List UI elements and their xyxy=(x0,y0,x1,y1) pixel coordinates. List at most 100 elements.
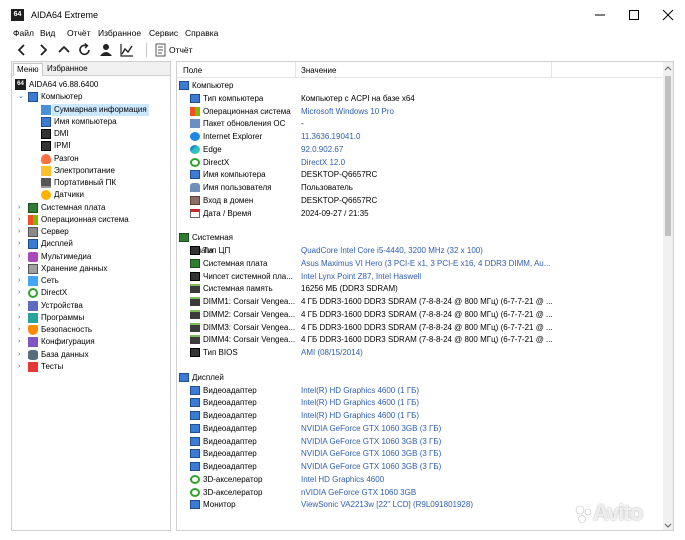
detail-row[interactable]: DIMM4: Corsair Vengea... 4 ГБ DDR3-1600 D… xyxy=(177,333,663,346)
expand-right-icon[interactable]: › xyxy=(18,214,26,226)
tree-item-computer-child[interactable]: DMI xyxy=(12,128,170,140)
tree-item-computer-child[interactable]: Портативный ПК xyxy=(12,177,170,189)
column-value[interactable]: Значение xyxy=(301,66,336,75)
expand-right-icon[interactable]: › xyxy=(18,361,26,373)
detail-row[interactable]: Имя компьютера DESKTOP-Q6657RC xyxy=(177,168,663,181)
field-value-link[interactable]: Intel(R) HD Graphics 4600 (1 ГБ) xyxy=(301,384,419,397)
expand-right-icon[interactable]: › xyxy=(18,238,26,250)
scroll-up-icon[interactable] xyxy=(663,63,673,73)
tree-item-category[interactable]: › Дисплей xyxy=(12,238,170,250)
user-button[interactable] xyxy=(98,42,114,58)
field-value-link[interactable]: DirectX 12.0 xyxy=(301,156,345,169)
field-value-link[interactable]: 92.0.902.67 xyxy=(301,143,343,156)
tree-item-category[interactable]: › Системная плата xyxy=(12,202,170,214)
detail-row[interactable]: 3D-акселератор Intel HD Graphics 4600 xyxy=(177,473,663,486)
tree-item-computer-child[interactable]: Электропитание xyxy=(12,165,170,177)
detail-row[interactable]: Тип ЦП QuadCore Intel Core i5-4440, 3200 … xyxy=(177,244,663,257)
detail-row[interactable]: DirectX DirectX 12.0 xyxy=(177,156,663,169)
detail-row[interactable]: Операционная система Microsoft Windows 10… xyxy=(177,105,663,118)
menu-favorites[interactable]: Избранное xyxy=(98,28,141,38)
expand-right-icon[interactable]: › xyxy=(18,275,26,287)
detail-row[interactable]: 3D-акселератор nVIDIA GeForce GTX 1060 3G… xyxy=(177,486,663,499)
detail-row[interactable]: Пакет обновления ОС - xyxy=(177,117,663,130)
chart-button[interactable] xyxy=(119,42,135,58)
field-value-link[interactable]: NVIDIA GeForce GTX 1060 3GB (3 ГБ) xyxy=(301,447,441,460)
detail-row[interactable]: Видеоадаптер Intel(R) HD Graphics 4600 (1… xyxy=(177,396,663,409)
tree-item-category[interactable]: › Хранение данных xyxy=(12,263,170,275)
detail-row[interactable]: Видеоадаптер NVIDIA GeForce GTX 1060 3GB … xyxy=(177,460,663,473)
scroll-down-icon[interactable] xyxy=(663,521,673,531)
tree-item-category[interactable]: › Сеть xyxy=(12,275,170,287)
field-value-link[interactable]: Intel HD Graphics 4600 xyxy=(301,473,384,486)
tree-item-computer-child[interactable]: Имя компьютера xyxy=(12,116,170,128)
column-divider[interactable] xyxy=(551,62,552,78)
detail-row[interactable]: Видеоадаптер Intel(R) HD Graphics 4600 (1… xyxy=(177,384,663,397)
expand-right-icon[interactable]: › xyxy=(18,312,26,324)
field-value-link[interactable]: QuadCore Intel Core i5-4440, 3200 MHz (3… xyxy=(301,244,483,257)
field-value-link[interactable]: NVIDIA GeForce GTX 1060 3GB (3 ГБ) xyxy=(301,435,441,448)
detail-row[interactable]: Видеоадаптер NVIDIA GeForce GTX 1060 3GB … xyxy=(177,422,663,435)
expand-right-icon[interactable]: › xyxy=(18,287,26,299)
minimize-button[interactable] xyxy=(583,0,617,29)
detail-row[interactable]: DIMM2: Corsair Vengea... 4 ГБ DDR3-1600 D… xyxy=(177,308,663,321)
expand-right-icon[interactable]: › xyxy=(18,300,26,312)
field-value-link[interactable]: NVIDIA GeForce GTX 1060 3GB (3 ГБ) xyxy=(301,460,441,473)
expand-right-icon[interactable]: › xyxy=(18,336,26,348)
tree-item-category[interactable]: › DirectX xyxy=(12,287,170,299)
detail-row[interactable]: Системная память 16256 МБ (DDR3 SDRAM) xyxy=(177,282,663,295)
field-value-link[interactable]: Microsoft Windows 10 Pro xyxy=(301,105,394,118)
expand-down-icon[interactable]: ⌄ xyxy=(18,91,26,103)
field-value-link[interactable]: NVIDIA GeForce GTX 1060 3GB (3 ГБ) xyxy=(301,422,441,435)
detail-row[interactable]: Системная плата Asus Maximus VI Hero (3 P… xyxy=(177,257,663,270)
field-value-link[interactable]: Intel Lynx Point Z87, Intel Haswell xyxy=(301,270,421,283)
tree-item-category[interactable]: › Программы xyxy=(12,312,170,324)
forward-button[interactable] xyxy=(35,42,51,58)
maximize-button[interactable] xyxy=(617,0,651,29)
detail-row[interactable]: Тип компьютера Компьютер с ACPI на базе x… xyxy=(177,92,663,105)
menu-report[interactable]: Отчёт xyxy=(67,28,91,38)
detail-row[interactable]: Дата / Время 2024-09-27 / 21:35 xyxy=(177,207,663,220)
column-divider[interactable] xyxy=(295,62,296,78)
detail-row[interactable]: DIMM3: Corsair Vengea... 4 ГБ DDR3-1600 D… xyxy=(177,321,663,334)
tree-item-category[interactable]: › Безопасность xyxy=(12,324,170,336)
detail-row[interactable]: Тип BIOS AMI (08/15/2014) xyxy=(177,346,663,359)
menu-file[interactable]: Файл xyxy=(13,28,34,38)
tree-item-category[interactable]: › Операционная система xyxy=(12,214,170,226)
detail-row[interactable]: Видеоадаптер Intel(R) HD Graphics 4600 (1… xyxy=(177,409,663,422)
menu-service[interactable]: Сервис xyxy=(149,28,178,38)
refresh-button[interactable] xyxy=(77,42,93,58)
report-label[interactable]: Отчёт xyxy=(169,45,193,55)
report-button[interactable] xyxy=(153,42,169,58)
detail-row[interactable]: Вход в домен DESKTOP-Q6657RC xyxy=(177,194,663,207)
detail-row[interactable]: Видеоадаптер NVIDIA GeForce GTX 1060 3GB … xyxy=(177,447,663,460)
scrollbar-thumb[interactable] xyxy=(665,76,671,236)
tree-item-computer-child[interactable]: Датчики xyxy=(12,189,170,201)
tree-item-category[interactable]: › Тесты xyxy=(12,361,170,373)
expand-right-icon[interactable]: › xyxy=(18,226,26,238)
field-value-link[interactable]: nVIDIA GeForce GTX 1060 3GB xyxy=(301,486,416,499)
expand-right-icon[interactable]: › xyxy=(18,251,26,263)
expand-right-icon[interactable]: › xyxy=(18,263,26,275)
field-value-link[interactable]: 11.3636.19041.0 xyxy=(301,130,360,143)
close-button[interactable] xyxy=(651,0,685,29)
expand-right-icon[interactable]: › xyxy=(18,349,26,361)
tree-item-category[interactable]: › Устройства xyxy=(12,300,170,312)
up-button[interactable] xyxy=(56,42,72,58)
field-value-link[interactable]: Intel(R) HD Graphics 4600 (1 ГБ) xyxy=(301,396,419,409)
tree-item-category[interactable]: › Сервер xyxy=(12,226,170,238)
detail-row[interactable]: Internet Explorer 11.3636.19041.0 xyxy=(177,130,663,143)
tree-item-category[interactable]: › Конфигурация xyxy=(12,336,170,348)
menu-help[interactable]: Справка xyxy=(185,28,218,38)
tree-item-category[interactable]: › Мультимедиа xyxy=(12,251,170,263)
detail-row[interactable]: Edge 92.0.902.67 xyxy=(177,143,663,156)
field-value-link[interactable]: Intel(R) HD Graphics 4600 (1 ГБ) xyxy=(301,409,419,422)
field-value-link[interactable]: ViewSonic VA2213w [22" LCD] (R9L09180192… xyxy=(301,498,473,511)
detail-row[interactable]: Видеоадаптер NVIDIA GeForce GTX 1060 3GB … xyxy=(177,435,663,448)
expand-right-icon[interactable]: › xyxy=(18,202,26,214)
tab-menu[interactable]: Меню xyxy=(13,63,43,76)
detail-row[interactable]: Имя пользователя Пользователь xyxy=(177,181,663,194)
field-value-link[interactable]: AMI (08/15/2014) xyxy=(301,346,363,359)
menu-view[interactable]: Вид xyxy=(40,28,55,38)
tree-item-computer-child[interactable]: Суммарная информация xyxy=(12,103,170,116)
back-button[interactable] xyxy=(14,42,30,58)
